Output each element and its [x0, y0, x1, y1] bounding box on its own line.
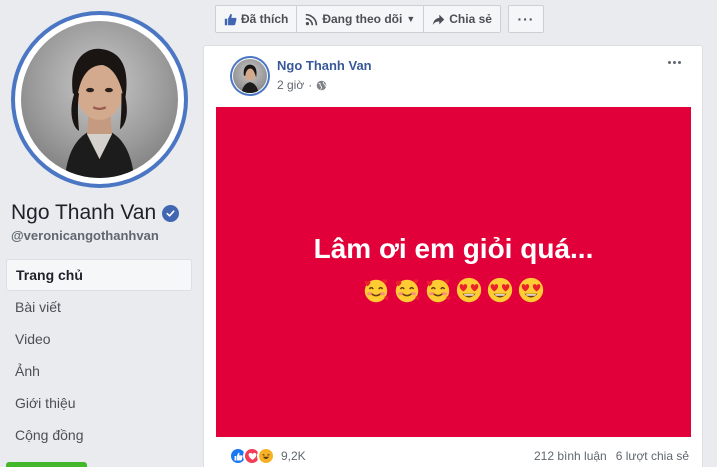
share-arrow-icon — [433, 14, 445, 25]
nav-item-community[interactable]: Cộng đồng — [6, 419, 192, 451]
more-options-button[interactable]: ··· — [507, 5, 544, 33]
nav-item-videos[interactable]: Video — [6, 323, 192, 355]
reaction-count[interactable]: 9,2K — [281, 449, 306, 463]
share-button[interactable]: Chia sẻ — [423, 5, 501, 33]
post-author-avatar-frame — [232, 58, 268, 94]
verified-badge-icon — [162, 204, 180, 222]
profile-name-text: Ngo Thanh Van — [11, 201, 157, 224]
share-count[interactable]: 6 lượt chia sẻ — [616, 449, 689, 463]
post-options-button[interactable] — [663, 54, 685, 70]
page-action-bar: Đã thích Đang theo dõi ▼ Chia sẻ ··· — [215, 5, 544, 33]
nav-item-label: Giới thiệu — [15, 395, 76, 411]
nav-item-label: Cộng đồng — [15, 427, 84, 443]
nav-item-about[interactable]: Giới thiệu — [6, 387, 192, 419]
nav-item-label: Trang chủ — [16, 267, 83, 283]
following-button[interactable]: Đang theo dõi ▼ — [296, 5, 425, 33]
post-author-name[interactable]: Ngo Thanh Van — [277, 58, 372, 73]
post-stats-row: 9,2K 212 bình luận 6 lượt chia sẻ — [229, 444, 689, 467]
thumbs-up-icon — [224, 13, 237, 25]
chevron-down-icon: ▼ — [406, 14, 416, 24]
nav-item-posts[interactable]: Bài viết — [6, 291, 192, 323]
nav-item-home[interactable]: Trang chủ — [6, 259, 192, 291]
rss-feed-icon — [306, 13, 318, 25]
post-options-dot — [672, 60, 676, 64]
liked-button-label: Đã thích — [241, 12, 289, 26]
smiling-face-with-hearts-icon — [395, 279, 420, 303]
post-meta: 2 giờ · — [277, 78, 327, 92]
following-button-label: Đang theo dõi — [322, 12, 403, 26]
liked-button[interactable]: Đã thích — [215, 5, 298, 33]
post-emoji-row — [361, 275, 546, 305]
nav-item-photos[interactable]: Ảnh — [6, 355, 192, 387]
share-button-label: Chia sẻ — [449, 12, 492, 26]
nav-item-label: Bài viết — [15, 299, 61, 315]
nav-item-label: Ảnh — [15, 363, 40, 379]
smiling-face-with-hearts-icon — [364, 279, 389, 303]
post-text-background[interactable]: Lâm ơi em giỏi quá... — [216, 107, 691, 437]
post-meta-separator: · — [308, 78, 313, 92]
post-card: Ngo Thanh Van 2 giờ · Lâm ơi em giỏi quá… — [203, 45, 703, 467]
page-nav: Trang chủ Bài viết Video Ảnh Giới thiệu … — [6, 259, 192, 451]
post-options-dot — [667, 60, 671, 64]
profile-picture[interactable] — [11, 11, 188, 188]
smiling-face-with-hearts-icon — [426, 279, 451, 303]
profile-photo — [21, 21, 178, 178]
heart-eyes-icon — [518, 277, 544, 303]
post-text: Lâm ơi em giỏi quá... — [313, 233, 594, 264]
post-author-photo — [233, 59, 267, 93]
heart-eyes-icon — [487, 277, 513, 303]
nav-item-label: Video — [15, 331, 51, 347]
heart-eyes-icon — [456, 277, 482, 303]
reaction-icons[interactable] — [229, 447, 275, 465]
profile-picture-frame — [15, 15, 184, 184]
post-author-avatar[interactable] — [230, 56, 270, 96]
create-page-button[interactable] — [6, 462, 87, 467]
globe-icon[interactable] — [316, 80, 327, 91]
comment-count[interactable]: 212 bình luận — [534, 449, 607, 463]
post-options-dot — [677, 60, 681, 64]
profile-name[interactable]: Ngo Thanh Van — [11, 201, 180, 225]
more-icon: ··· — [517, 11, 535, 27]
post-timestamp[interactable]: 2 giờ — [277, 78, 304, 92]
haha-reaction-icon — [257, 447, 275, 465]
profile-username[interactable]: @veronicangothanhvan — [11, 228, 159, 243]
